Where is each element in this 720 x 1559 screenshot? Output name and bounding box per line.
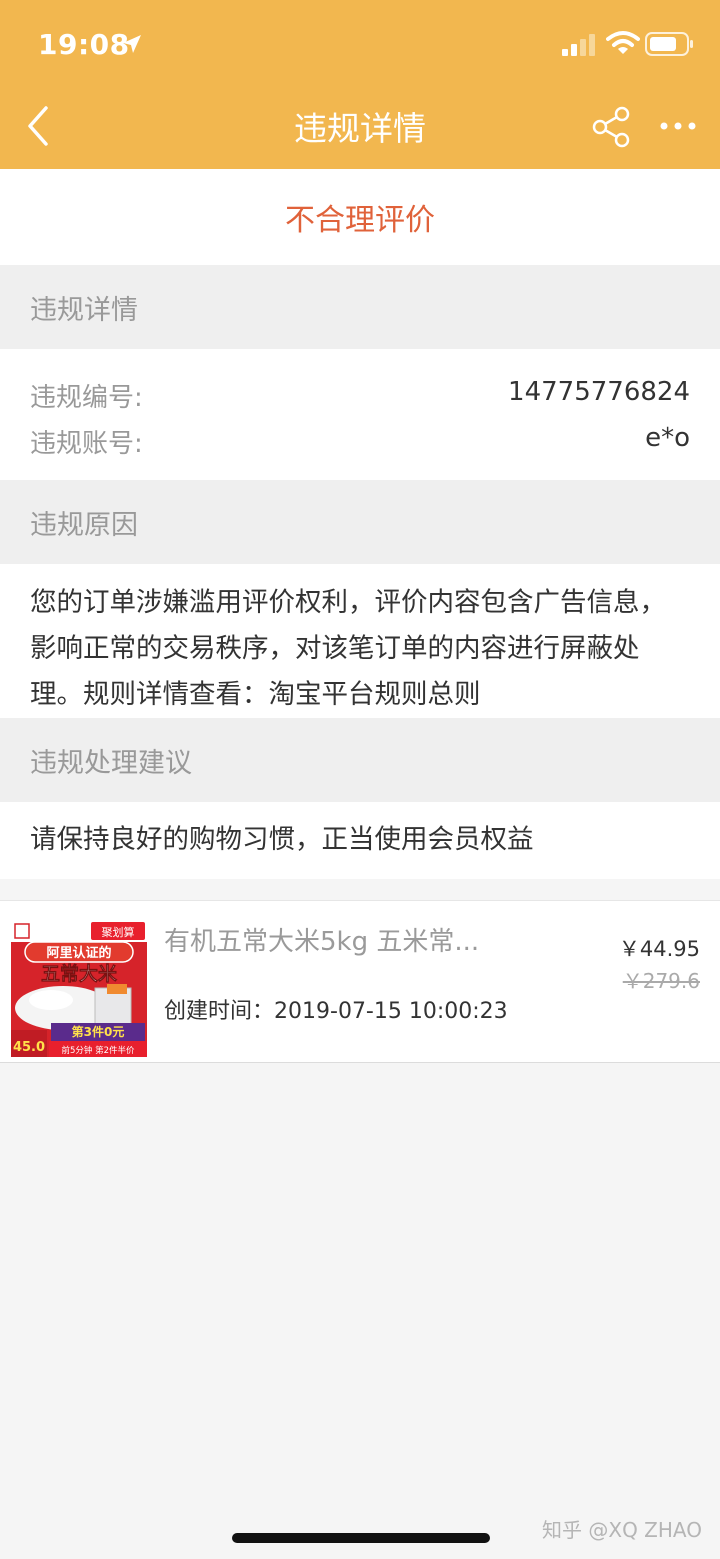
thumb-promo: 第3件0元: [72, 1024, 125, 1039]
home-indicator[interactable]: [232, 1533, 490, 1543]
violation-detail-screen: 19:08 违规详情 不合理评价 违规详情 违规编号: 14775776824 …: [0, 0, 720, 1559]
location-arrow-icon: [123, 35, 141, 53]
details-section-header: 违规详情: [0, 265, 720, 349]
product-thumbnail[interactable]: 聚划算 阿里认证的 五常大米 第3件0元 45.0 前5分钟 第2件半价: [11, 920, 147, 1057]
original-price: ￥279.6: [622, 969, 700, 993]
created-time: 创建时间：2019-07-15 10:00:23: [164, 993, 508, 1025]
order-card[interactable]: 聚划算 阿里认证的 五常大米 第3件0元 45.0 前5分钟 第2件半价 有机五…: [0, 900, 720, 1063]
advice-text: 请保持良好的购物习惯，正当使用会员权益: [30, 824, 534, 855]
status-time: 19:08: [38, 28, 130, 61]
created-time-value: 2019-07-15 10:00:23: [274, 999, 508, 1024]
reason-block: 您的订单涉嫌滥用评价权利，评价内容包含广告信息， 影响正常的交易秩序，对该笔订单…: [0, 564, 720, 718]
thumb-price: 45.0: [13, 1040, 45, 1055]
header-bar: 19:08 违规详情: [0, 0, 720, 169]
violation-type: 不合理评价: [285, 203, 435, 238]
created-time-label: 创建时间：: [164, 999, 275, 1024]
reason-line: 理。规则详情查看：淘宝平台规则总则: [30, 679, 481, 710]
watermark: 知乎 @XQ ZHAO: [542, 1518, 702, 1542]
violation-account-value: e*o: [645, 423, 690, 453]
more-options-icon[interactable]: [658, 115, 698, 137]
advice-section-header: 违规处理建议: [0, 718, 720, 802]
thumb-headline-1: 阿里认证的: [46, 945, 111, 961]
violation-account-label: 违规账号:: [30, 429, 143, 459]
violation-number-label: 违规编号:: [30, 383, 143, 413]
battery-icon: [645, 32, 693, 56]
product-name[interactable]: 有机五常大米5kg 五米常...: [164, 921, 504, 958]
share-icon[interactable]: [592, 106, 632, 148]
current-price: ￥44.95: [618, 937, 700, 961]
violation-type-banner: 不合理评价: [0, 169, 720, 265]
details-block: 违规编号: 14775776824 违规账号: e*o: [0, 349, 720, 480]
wifi-icon: [606, 31, 640, 54]
violation-number-value: 14775776824: [508, 377, 690, 407]
advice-block: 请保持良好的购物习惯，正当使用会员权益: [0, 802, 720, 879]
signal-icon: [562, 34, 595, 56]
back-chevron-icon[interactable]: [22, 104, 54, 148]
thumb-promo-sub: 前5分钟 第2件半价: [61, 1045, 135, 1056]
reason-line: 影响正常的交易秩序，对该笔订单的内容进行屏蔽处: [30, 633, 640, 664]
reason-text: 您的订单涉嫌滥用评价权利，评价内容包含广告信息， 影响正常的交易秩序，对该笔订单…: [30, 580, 690, 718]
thumb-headline-2: 五常大米: [41, 962, 118, 985]
thumb-badge: 聚划算: [102, 925, 135, 939]
reason-line: 您的订单涉嫌滥用评价权利，评价内容包含广告信息，: [30, 587, 666, 618]
reason-section-header: 违规原因: [0, 480, 720, 564]
